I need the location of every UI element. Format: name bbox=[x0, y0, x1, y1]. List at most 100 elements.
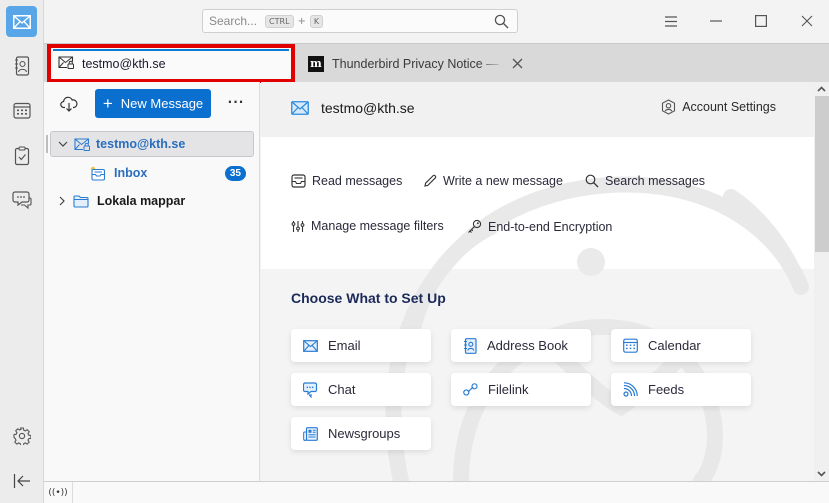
end-to-end-encryption-link[interactable]: End-to-end Encryption bbox=[467, 219, 612, 234]
setup-email-button[interactable]: Email bbox=[291, 329, 431, 362]
broadcast-icon: ((•)) bbox=[48, 487, 68, 498]
key-icon bbox=[467, 219, 482, 234]
card-label: Feeds bbox=[648, 382, 685, 397]
card-label: Email bbox=[328, 338, 361, 353]
action-label: Write a new message bbox=[443, 174, 563, 188]
inbox-tray-icon bbox=[291, 174, 306, 188]
manage-filters-link[interactable]: Manage message filters bbox=[291, 219, 444, 233]
setup-title: Choose What to Set Up bbox=[291, 290, 446, 306]
newspaper-icon bbox=[303, 426, 318, 441]
card-label: Calendar bbox=[648, 338, 701, 353]
minimize-button[interactable] bbox=[704, 10, 728, 32]
plus-icon: + bbox=[102, 94, 113, 113]
write-message-link[interactable]: Write a new message bbox=[423, 174, 563, 188]
folder-name: Lokala mappar bbox=[97, 194, 186, 208]
setup-newsgroups-button[interactable]: Newsgroups bbox=[291, 417, 431, 450]
scroll-up-button[interactable] bbox=[814, 82, 829, 96]
title-bar: Search... CTRL + K bbox=[44, 0, 829, 43]
main-scrollbar[interactable] bbox=[814, 82, 829, 481]
setup-feeds-button[interactable]: Feeds bbox=[611, 373, 751, 406]
space-mail-button[interactable] bbox=[6, 6, 37, 37]
shortcut-key-k: K bbox=[309, 14, 324, 28]
pencil-icon bbox=[423, 174, 437, 188]
address-book-icon bbox=[14, 55, 29, 76]
setup-address-book-button[interactable]: Address Book bbox=[451, 329, 591, 362]
account-hub: testmo@kth.se Account Settings Read mess… bbox=[261, 82, 814, 481]
chevron-down-icon bbox=[817, 471, 826, 477]
search-placeholder: Search... bbox=[209, 14, 258, 28]
collapse-spaces-button[interactable] bbox=[6, 465, 37, 496]
folder-pane: + New Message ··· testmo@kth.se Inbox 35… bbox=[44, 82, 260, 481]
search-messages-link[interactable]: Search messages bbox=[585, 174, 705, 188]
folder-icon bbox=[73, 194, 89, 208]
space-chat-button[interactable] bbox=[6, 184, 37, 215]
search-icon bbox=[494, 14, 509, 29]
account-mail-icon bbox=[58, 55, 74, 72]
mozilla-logo-icon: m bbox=[308, 55, 324, 72]
card-label: Newsgroups bbox=[328, 426, 401, 441]
space-tasks-button[interactable] bbox=[6, 140, 37, 171]
calendar-icon bbox=[12, 102, 31, 119]
collapse-arrow-icon bbox=[13, 473, 30, 488]
folder-name: Inbox bbox=[114, 166, 148, 180]
chevron-right-icon[interactable] bbox=[55, 196, 69, 206]
online-status-indicator[interactable]: ((•)) bbox=[44, 482, 73, 503]
setup-calendar-button[interactable]: Calendar bbox=[611, 329, 751, 362]
tab-title: Thunderbird Privacy Notice — Mozilla bbox=[332, 56, 504, 71]
close-icon bbox=[801, 15, 813, 27]
action-label: Manage message filters bbox=[311, 219, 444, 233]
mail-icon bbox=[303, 339, 318, 352]
account-settings-label: Account Settings bbox=[682, 100, 776, 114]
account-settings-button[interactable]: Account Settings bbox=[661, 99, 776, 115]
gear-icon bbox=[12, 426, 31, 445]
global-search-input[interactable]: Search... CTRL + K bbox=[202, 9, 518, 33]
folder-local-folders[interactable]: Lokala mappar bbox=[50, 188, 254, 214]
tab-close-button[interactable] bbox=[510, 57, 524, 71]
close-window-button[interactable] bbox=[795, 10, 819, 32]
app-menu-button[interactable] bbox=[659, 10, 683, 32]
address-book-icon bbox=[463, 337, 477, 354]
scroll-down-button[interactable] bbox=[814, 467, 829, 481]
account-email: testmo@kth.se bbox=[321, 100, 415, 116]
rss-icon bbox=[623, 382, 638, 397]
read-messages-link[interactable]: Read messages bbox=[291, 174, 402, 188]
scrollbar-thumb[interactable] bbox=[815, 96, 829, 252]
folder-name: testmo@kth.se bbox=[96, 137, 186, 151]
card-label: Address Book bbox=[487, 338, 568, 353]
space-calendar-button[interactable] bbox=[6, 95, 37, 126]
setup-chat-button[interactable]: Chat bbox=[291, 373, 431, 406]
card-label: Filelink bbox=[488, 382, 529, 397]
tasks-icon bbox=[14, 145, 29, 165]
spaces-toolbar bbox=[0, 0, 44, 503]
shortcut-plus: + bbox=[297, 15, 306, 27]
shortcut-key-ctrl: CTRL bbox=[265, 14, 294, 28]
status-bar: ((•)) bbox=[44, 481, 829, 503]
maximize-button[interactable] bbox=[749, 10, 773, 32]
link-icon bbox=[463, 382, 478, 397]
tab-account[interactable]: testmo@kth.se bbox=[47, 44, 295, 83]
folder-pane-more-button[interactable]: ··· bbox=[228, 92, 244, 112]
folder-account[interactable]: testmo@kth.se bbox=[46, 131, 254, 157]
action-label: Search messages bbox=[605, 174, 706, 188]
folder-inbox[interactable]: Inbox 35 bbox=[50, 160, 254, 186]
new-message-label: New Message bbox=[120, 96, 204, 111]
chat-icon bbox=[11, 190, 32, 209]
settings-button[interactable] bbox=[6, 420, 37, 451]
get-messages-button[interactable] bbox=[58, 93, 80, 115]
account-actions bbox=[261, 137, 814, 269]
search-icon bbox=[585, 174, 599, 188]
new-message-button[interactable]: + New Message bbox=[95, 89, 211, 118]
tab-bar: testmo@kth.se m Thunderbird Privacy Noti… bbox=[44, 43, 829, 83]
inbox-icon bbox=[90, 166, 106, 181]
unread-count-badge: 35 bbox=[224, 165, 246, 181]
chevron-up-icon bbox=[817, 86, 826, 92]
chat-icon bbox=[303, 381, 318, 398]
tab-privacy-notice[interactable]: m Thunderbird Privacy Notice — Mozilla bbox=[302, 44, 542, 83]
mail-icon bbox=[291, 101, 309, 115]
close-icon bbox=[512, 58, 522, 69]
chevron-down-icon[interactable] bbox=[56, 141, 70, 147]
account-settings-icon bbox=[662, 99, 676, 115]
space-address-book-button[interactable] bbox=[6, 50, 37, 81]
setup-filelink-button[interactable]: Filelink bbox=[451, 373, 591, 406]
action-label: End-to-end Encryption bbox=[488, 219, 613, 234]
